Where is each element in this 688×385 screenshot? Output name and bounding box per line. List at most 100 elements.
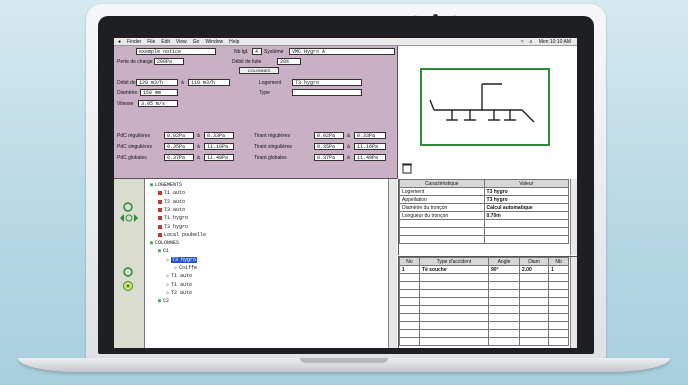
tree-scrollbar[interactable] <box>388 179 397 348</box>
colonnes-button[interactable]: COLONNES <box>239 67 279 74</box>
table-row[interactable]: Longueur du tronçon 0.70m <box>399 211 570 220</box>
project-name-field[interactable]: exemple notice <box>136 48 216 55</box>
table-row <box>399 305 569 314</box>
menu-go[interactable]: Go <box>193 39 200 45</box>
diametre-label: Diamètre <box>117 90 138 96</box>
accident-type[interactable]: Té souche <box>418 265 489 274</box>
volume-icon[interactable]: ♬ <box>529 39 534 45</box>
trash-icon[interactable] <box>402 162 412 174</box>
target-icon[interactable] <box>122 280 134 292</box>
type-label: Type <box>259 90 270 96</box>
pdc-singulieres-min[interactable]: 0.35Pa <box>164 143 194 150</box>
menu-file[interactable]: File <box>147 39 155 45</box>
properties-panel: Caractéristique Valeur Logement T3 hygro … <box>398 179 577 255</box>
pdc-singulieres-max[interactable]: 11.16Pa <box>204 143 234 150</box>
mac-menubar: ● Finder File Edit View Go Window Help ≈… <box>114 38 577 46</box>
menu-finder[interactable]: Finder <box>127 39 141 45</box>
pdc-regulieres-min[interactable]: 0.02Pa <box>164 132 194 139</box>
accidents-panel: No Type d'accident Angle Diam Nb 1 Té so… <box>398 256 577 348</box>
logement-field[interactable]: T3 hygro <box>292 79 362 86</box>
pdc-regulieres-label: PdC régulières <box>117 133 151 139</box>
range-separator: à <box>347 144 350 150</box>
property-name: Appellation <box>399 195 485 204</box>
tree-item-label: T1 auto <box>164 190 186 197</box>
angle-header: Angle <box>487 257 521 266</box>
tree-item[interactable]: ▣ C1 <box>158 248 169 254</box>
debit-label: Débit de <box>117 80 136 86</box>
tree-item-label: T1 auto <box>171 281 193 288</box>
apple-icon[interactable]: ● <box>118 39 121 45</box>
menu-view[interactable]: View <box>176 39 187 45</box>
pdc-globales-max[interactable]: 11.49Pa <box>204 154 234 161</box>
vitesse-label: Vitesse <box>117 101 134 107</box>
table-row[interactable]: 1 Té souche 90° 2.00 1 <box>399 265 569 274</box>
tree-item-label: Coiffe <box>179 265 198 271</box>
tree-item[interactable]: ▣ LOGEMENTS <box>150 182 182 188</box>
systeme-field[interactable]: VMC Hygro A <box>289 48 395 55</box>
systeme-label: Système <box>264 49 284 55</box>
menu-edit[interactable]: Edit <box>161 39 170 45</box>
properties-scrollbar[interactable] <box>570 179 577 255</box>
tree-item[interactable]: ◇ T1 auto <box>166 282 192 288</box>
tirant-globales-label: Tirant globales <box>254 155 287 161</box>
menu-help[interactable]: Help <box>229 39 239 45</box>
wifi-icon[interactable]: ≈ <box>521 39 524 45</box>
accident-nb[interactable]: 1 <box>548 265 569 274</box>
accident-diam[interactable]: 2.00 <box>518 265 550 274</box>
range-separator: à <box>197 133 200 139</box>
accident-angle[interactable]: 90° <box>487 265 521 274</box>
tree-item[interactable]: ◇ T3 hygro <box>166 256 198 263</box>
tree-item[interactable]: ▣ COLONNES <box>150 240 179 246</box>
diametre-field[interactable]: 150 mm <box>140 89 178 96</box>
tree-item[interactable]: ◇ Coiffe <box>174 265 197 271</box>
accidents-scrollbar[interactable] <box>570 257 577 348</box>
tree-item[interactable]: T1 auto <box>158 190 185 196</box>
tree-item[interactable]: Local poubelle <box>158 232 206 238</box>
node-icon: ◇ <box>166 289 170 296</box>
menu-window[interactable]: Window <box>205 39 223 45</box>
table-row[interactable]: Diamètre du tronçon Calcul automatique <box>399 203 570 212</box>
table-row[interactable]: Logement T3 hygro <box>399 187 570 196</box>
property-value[interactable]: T3 hygro <box>483 195 570 204</box>
circle-tool-icon[interactable] <box>122 201 134 213</box>
table-row[interactable]: Appellation T3 hygro <box>399 195 570 204</box>
tree-item[interactable]: T3 auto <box>158 207 185 213</box>
tree-item[interactable]: T1 hygro <box>158 215 188 221</box>
debit-fuite-label: Débit de fuite <box>232 59 262 65</box>
tree-item[interactable]: T2 auto <box>158 199 185 205</box>
perte-charge-field[interactable]: 200Pa <box>154 58 184 65</box>
table-row <box>399 321 569 330</box>
debit-fuite-field[interactable]: 20% <box>277 58 301 65</box>
tirant-singulieres-min[interactable]: 0.35Pa <box>314 143 344 150</box>
pdc-globales-min[interactable]: 0.37Pa <box>164 154 194 161</box>
table-row <box>399 219 570 228</box>
type-field[interactable] <box>292 89 362 96</box>
tree-item-label: LOGEMENTS <box>155 182 183 188</box>
tirant-globales-max[interactable]: 11.49Pa <box>354 154 386 161</box>
circle-tool-icon[interactable] <box>122 266 134 278</box>
property-value[interactable]: 0.70m <box>483 211 570 220</box>
tirant-globales-min[interactable]: 0.37Pa <box>314 154 344 161</box>
vitesse-field[interactable]: 3.05 m/s <box>138 100 178 107</box>
tree-item[interactable]: T3 hygro <box>158 224 188 230</box>
table-row <box>399 313 569 322</box>
tirant-regulieres-max[interactable]: 0.33Pa <box>354 132 386 139</box>
property-value[interactable]: Calcul automatique <box>483 203 570 212</box>
diagram-frame[interactable] <box>420 68 550 146</box>
property-value[interactable]: T3 hygro <box>483 187 570 196</box>
tirant-regulieres-min[interactable]: 0.02Pa <box>314 132 344 139</box>
property-name: Longueur du tronçon <box>399 211 485 220</box>
nb-logements-field[interactable]: 4 <box>252 48 262 55</box>
folder-icon: ▣ <box>150 182 154 188</box>
node-icon: ◇ <box>174 265 178 271</box>
tree-item[interactable]: ▣ C2 <box>158 298 169 304</box>
menubar-clock[interactable]: Mon 10:10 AM <box>539 39 571 45</box>
tree-item[interactable]: ◇ T2 auto <box>166 290 192 296</box>
tirant-singulieres-max[interactable]: 11.16Pa <box>354 143 386 150</box>
debit-min-field[interactable]: 120 m3/h <box>136 79 178 86</box>
pdc-regulieres-max[interactable]: 0.33Pa <box>204 132 234 139</box>
move-arrows-icon[interactable] <box>119 213 139 223</box>
debit-max-field[interactable]: 110 m3/h <box>188 79 230 86</box>
node-icon: ◇ <box>166 256 170 263</box>
tree-item[interactable]: ◇ T1 auto <box>166 273 192 279</box>
